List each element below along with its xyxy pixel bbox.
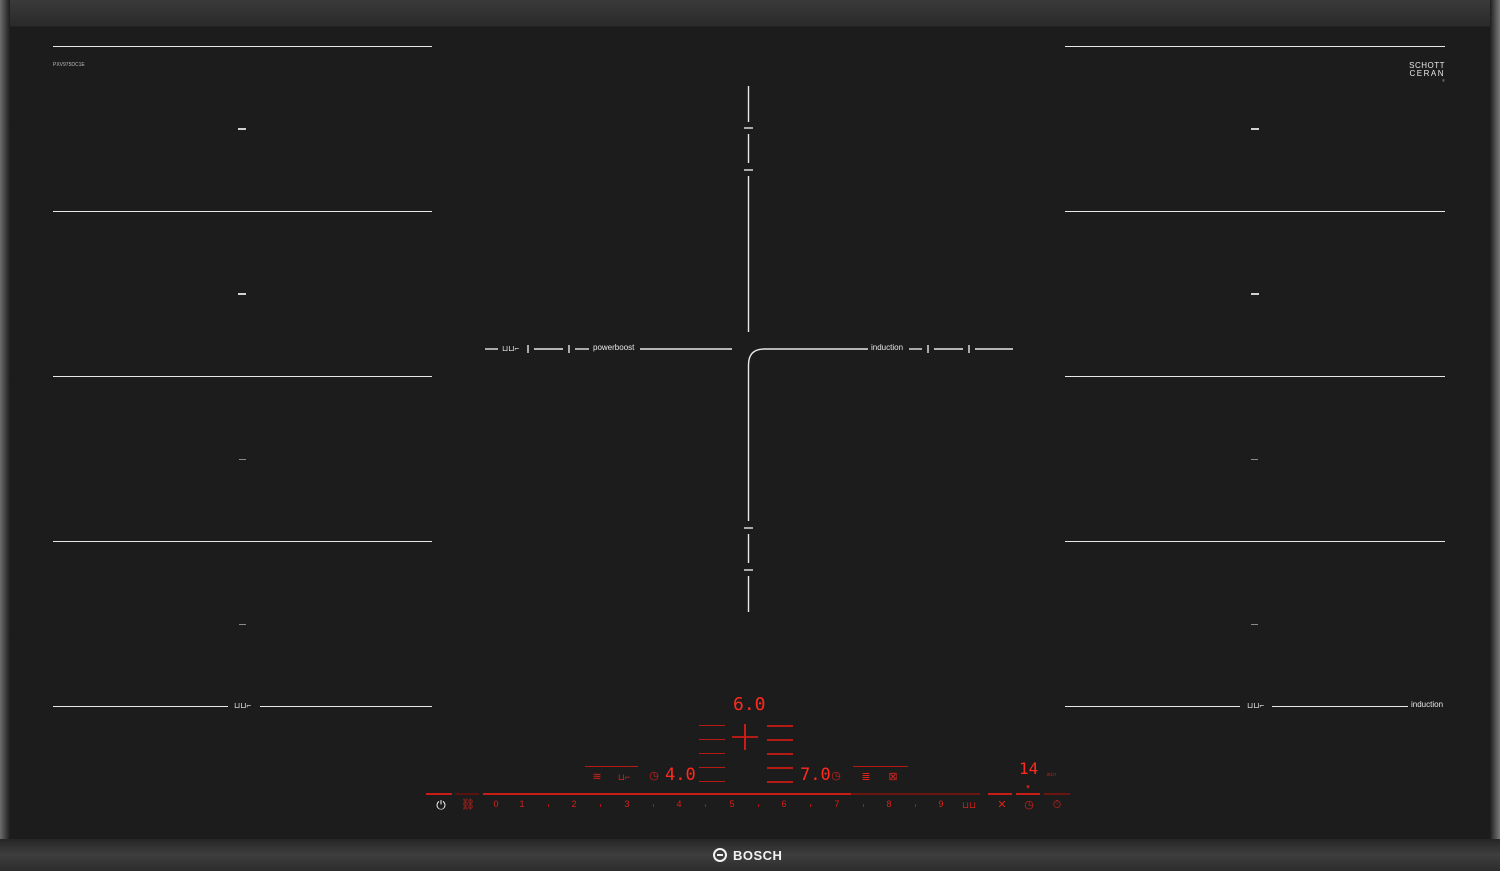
center-flex-label: ⊔⊔⌐: [502, 344, 520, 353]
center-power-display: 6.0: [733, 694, 766, 715]
zone-bar-right-4[interactable]: [767, 767, 793, 769]
wipe-protect-icon[interactable]: ✕: [994, 799, 1010, 811]
power-slider-inactive[interactable]: [851, 793, 980, 795]
induction-center-label: induction: [871, 343, 904, 352]
lock-bar: [455, 793, 479, 795]
zone-bar-left-1[interactable]: [699, 725, 725, 726]
left-zone-power-display: 4.0: [665, 765, 696, 785]
keep-warm-icon[interactable]: ⊔⌐: [617, 771, 631, 783]
left-func-line: [585, 766, 638, 767]
zone-bar-right-3[interactable]: [767, 753, 793, 755]
zone-bar-left-3[interactable]: [699, 753, 725, 754]
bosch-logo-icon: [713, 848, 727, 862]
scale-6[interactable]: 6: [777, 799, 791, 809]
stopwatch-bar: [1044, 793, 1070, 795]
power-icon[interactable]: ⏻: [433, 799, 449, 811]
power-slider-active[interactable]: [483, 793, 851, 795]
power-bar: [426, 793, 452, 795]
right-func-line: [853, 766, 908, 767]
right-zone-power-display: 7.0: [800, 765, 831, 785]
center-zone-markings: [485, 86, 1013, 612]
scale-2[interactable]: 2: [567, 799, 581, 809]
timer-display: 14: [1019, 759, 1039, 778]
scale-7[interactable]: 7: [830, 799, 844, 809]
scale-0[interactable]: 0: [489, 799, 503, 809]
scale-tick: [600, 804, 601, 807]
zone-bar-left-5[interactable]: [699, 781, 725, 782]
brand-logo: BOSCH: [713, 846, 782, 864]
scale-tick: [705, 804, 706, 807]
child-lock-icon[interactable]: ⛓: [460, 799, 476, 811]
scale-tick: [653, 804, 654, 807]
timer-icon-left[interactable]: ◷: [647, 770, 661, 782]
timer-unit: min: [1047, 772, 1057, 778]
timer-bar: [1016, 793, 1040, 795]
scale-1[interactable]: 1: [515, 799, 529, 809]
scale-tick: [863, 804, 864, 807]
powerboost-label: powerboost: [593, 343, 635, 352]
scale-tick: [915, 804, 916, 807]
scale-5[interactable]: 5: [725, 799, 739, 809]
scale-3[interactable]: 3: [620, 799, 634, 809]
cooktop-top-view: PXV975DC1E SCHOTT CERAN ® ⊔⊔⌐ ⊔⊔⌐ induct…: [0, 0, 1500, 871]
flex-zone-icon[interactable]: ⊔⊔: [961, 799, 977, 811]
scale-tick: [810, 804, 811, 807]
scale-8[interactable]: 8: [882, 799, 896, 809]
scale-4[interactable]: 4: [672, 799, 686, 809]
cooking-sensor-icon[interactable]: ≣: [859, 771, 873, 783]
wipe-bar: [988, 793, 1012, 795]
zone-bar-left-2[interactable]: [699, 739, 725, 740]
zone-bar-left-4[interactable]: [699, 767, 725, 768]
scale-tick: [548, 804, 549, 807]
zone-bar-right-2[interactable]: [767, 739, 793, 741]
scale-9[interactable]: 9: [934, 799, 948, 809]
brand-name: BOSCH: [733, 847, 783, 863]
timer-select-icon[interactable]: ◷: [1021, 799, 1037, 811]
zone-bar-right-5[interactable]: [767, 781, 793, 783]
stopwatch-icon[interactable]: ⏱: [1049, 799, 1065, 811]
boost-icon[interactable]: ⊠: [886, 771, 900, 783]
timer-icon-right[interactable]: ◷: [829, 770, 843, 782]
scale-tick: [758, 804, 759, 807]
zone-bar-right-1[interactable]: [767, 725, 793, 727]
frying-sensor-icon[interactable]: ≋: [590, 771, 604, 783]
zone-cross-v[interactable]: [744, 724, 746, 750]
